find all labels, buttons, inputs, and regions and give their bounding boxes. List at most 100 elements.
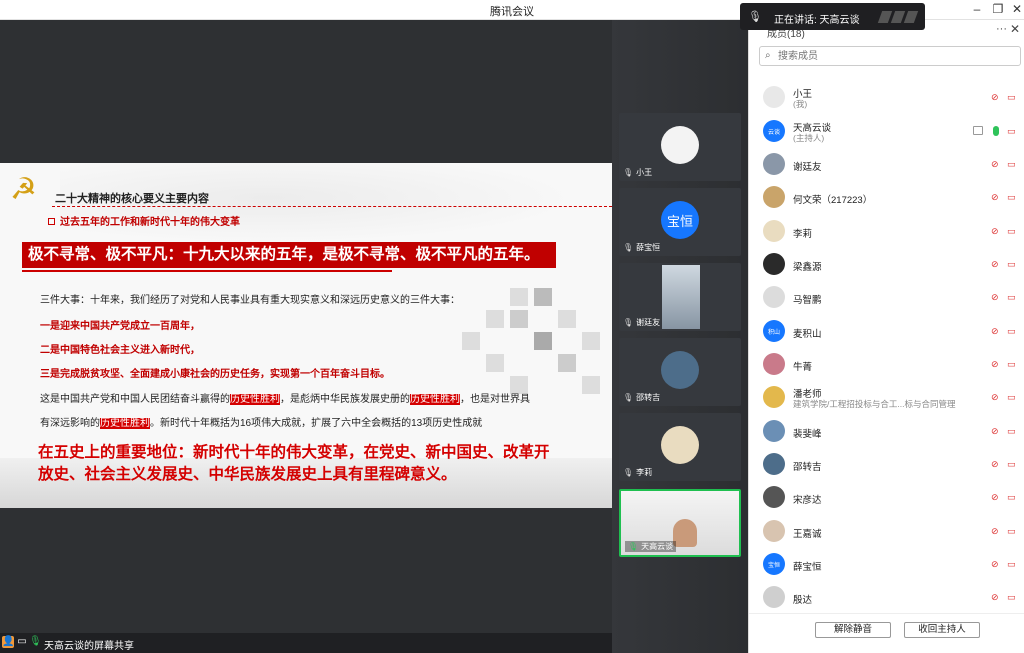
member-row[interactable]: 宝恒 薛宝恒 ⊘ ▭ bbox=[749, 550, 1024, 580]
mic-muted-icon[interactable]: ⊘ bbox=[991, 326, 1001, 337]
video-tile[interactable]: 🎙 谢廷友 bbox=[619, 263, 741, 331]
mic-muted-icon[interactable]: ⊘ bbox=[991, 226, 1001, 237]
video-tile[interactable]: 宝恒 🎙 薛宝恒 bbox=[619, 188, 741, 256]
avatar bbox=[763, 386, 785, 408]
camera-off-icon[interactable]: ▭ bbox=[1007, 359, 1019, 369]
camera-off-icon[interactable]: ▭ bbox=[1007, 192, 1019, 202]
mic-muted-icon[interactable]: ⊘ bbox=[991, 192, 1001, 203]
member-name: 麦积山 bbox=[793, 329, 822, 340]
avatar bbox=[763, 486, 785, 508]
camera-off-icon[interactable]: ▭ bbox=[1007, 259, 1019, 269]
mic-muted-icon: 🎙 bbox=[623, 168, 634, 177]
member-row[interactable]: 谢廷友 ⊘ ▭ bbox=[749, 150, 1024, 180]
members-footer: 解除静音 收回主持人 bbox=[749, 613, 1024, 653]
member-row[interactable]: 邵转吉 ⊘ ▭ bbox=[749, 450, 1024, 480]
slide-intro: 三件大事：十年来，我们经历了对党和人民事业具有重大现实意义和深远历史意义的三件大… bbox=[40, 295, 460, 306]
reclaim-host-button[interactable]: 收回主持人 bbox=[904, 622, 980, 638]
member-row[interactable]: 云谈 天高云谈 (主持人) ▭ bbox=[749, 117, 1024, 147]
speaking-wave-icon bbox=[890, 11, 906, 23]
mic-muted-icon: 🎙 bbox=[748, 11, 762, 23]
video-tile[interactable]: 🎙 小王 bbox=[619, 113, 741, 181]
speaking-wave-icon bbox=[903, 11, 919, 23]
member-name: 谢廷友 bbox=[793, 162, 822, 173]
member-search[interactable]: ⌕ bbox=[759, 46, 1021, 66]
avatar bbox=[763, 86, 785, 108]
restore-icon[interactable]: ❐ bbox=[989, 2, 1007, 16]
member-row[interactable]: 宋彦达 ⊘ ▭ bbox=[749, 483, 1024, 513]
avatar bbox=[763, 186, 785, 208]
video-tile[interactable]: 🎙 邵转吉 bbox=[619, 338, 741, 406]
unmute-all-button[interactable]: 解除静音 bbox=[815, 622, 891, 638]
member-name: 马智鹏 bbox=[793, 295, 822, 306]
member-name: 梁鑫源 bbox=[793, 262, 822, 273]
camera-off-icon[interactable]: ▭ bbox=[1007, 92, 1019, 102]
mic-muted-icon[interactable]: ⊘ bbox=[991, 526, 1001, 537]
member-row[interactable]: 小王 (我) ⊘ ▭ bbox=[749, 83, 1024, 113]
member-row[interactable]: 马智鹏 ⊘ ▭ bbox=[749, 283, 1024, 313]
tile-name: 🎙 邵转吉 bbox=[623, 392, 660, 403]
camera-off-icon[interactable]: ▭ bbox=[1007, 559, 1019, 569]
member-row[interactable]: 梁鑫源 ⊘ ▭ bbox=[749, 250, 1024, 280]
mic-muted-icon[interactable]: ⊘ bbox=[991, 92, 1001, 103]
camera-off-icon[interactable]: ▭ bbox=[1007, 426, 1019, 436]
highlight-text: 历史性胜利 bbox=[410, 394, 460, 405]
line4-text-c: ，也是对世界具 bbox=[460, 394, 530, 405]
member-row[interactable]: 何文荣（217223） ⊘ ▭ bbox=[749, 183, 1024, 213]
members-panel: 成员(18) ··· ✕ ⌕ 小王(我)⊘▭云谈天高云谈(主持人)▭谢廷友⊘▭何… bbox=[748, 20, 1024, 653]
camera-off-icon[interactable]: ▭ bbox=[1007, 459, 1019, 469]
member-row[interactable]: 殷达 ⊘ ▭ bbox=[749, 583, 1024, 613]
avatar: 宝恒 bbox=[763, 553, 785, 575]
mic-muted-icon: 🎙 bbox=[623, 318, 634, 327]
member-subtitle: 建筑学院/工程招投标与合工...标与合同管理 bbox=[793, 399, 956, 409]
member-name: 牛菁 bbox=[793, 362, 813, 373]
avatar bbox=[763, 420, 785, 442]
camera-off-icon[interactable]: ▭ bbox=[1007, 526, 1019, 536]
camera-off-icon[interactable]: ▭ bbox=[1007, 292, 1019, 302]
member-row[interactable]: 王嘉诚 ⊘ ▭ bbox=[749, 517, 1024, 547]
mic-muted-icon[interactable]: ⊘ bbox=[991, 292, 1001, 303]
mic-muted-icon[interactable]: ⊘ bbox=[991, 259, 1001, 270]
highlight-text: 历史性胜利 bbox=[230, 394, 280, 405]
slide-heading: 二十大精神的核心要义主要内容 bbox=[55, 193, 209, 205]
mic-muted-icon[interactable]: ⊘ bbox=[991, 426, 1001, 437]
search-input[interactable] bbox=[778, 49, 1008, 63]
camera-off-icon[interactable]: ▭ bbox=[1007, 592, 1019, 602]
mic-muted-icon[interactable]: ⊘ bbox=[991, 492, 1001, 503]
camera-off-icon[interactable]: ▭ bbox=[1007, 159, 1019, 169]
video-tile-active[interactable]: 🎙 天高云谈 bbox=[619, 489, 741, 557]
heading-divider bbox=[52, 206, 612, 207]
member-row[interactable]: 积山 麦积山 ⊘ ▭ bbox=[749, 317, 1024, 347]
mic-icon: 🎙 bbox=[628, 542, 639, 551]
member-row[interactable]: 李莉 ⊘ ▭ bbox=[749, 217, 1024, 247]
camera-off-icon[interactable]: ▭ bbox=[1007, 126, 1019, 136]
camera-off-icon[interactable]: ▭ bbox=[1007, 326, 1019, 336]
tile-name-text: 李莉 bbox=[636, 468, 653, 477]
tile-name-text: 天高云谈 bbox=[641, 542, 674, 551]
more-icon[interactable]: ··· bbox=[996, 23, 1007, 35]
camera-off-icon[interactable]: ▭ bbox=[1007, 492, 1019, 502]
camera-off-icon[interactable]: ▭ bbox=[1007, 392, 1019, 402]
close-icon[interactable]: ✕ bbox=[1008, 2, 1024, 16]
mic-on-icon[interactable] bbox=[993, 126, 999, 136]
member-row[interactable]: 潘老师 建筑学院/工程招投标与合工...标与合同管理 ⊘ ▭ bbox=[749, 383, 1024, 413]
mic-muted-icon[interactable]: ⊘ bbox=[991, 159, 1001, 170]
member-row[interactable]: 牛菁 ⊘ ▭ bbox=[749, 350, 1024, 380]
mic-muted-icon[interactable]: ⊘ bbox=[991, 559, 1001, 570]
video-tile[interactable]: 🎙 李莉 bbox=[619, 413, 741, 481]
tile-name: 🎙 小王 bbox=[623, 167, 652, 178]
avatar bbox=[763, 153, 785, 175]
screen-share-icon: ▭ bbox=[17, 636, 27, 647]
search-icon: ⌕ bbox=[765, 50, 771, 61]
mic-muted-icon[interactable]: ⊘ bbox=[991, 392, 1001, 403]
mic-muted-icon[interactable]: ⊘ bbox=[991, 359, 1001, 370]
line5-text-b: 。新时代十年概括为16项伟大成就，扩展了六中全会概括的13项历史性成就 bbox=[150, 418, 483, 429]
mic-muted-icon[interactable]: ⊘ bbox=[991, 592, 1001, 603]
close-panel-icon[interactable]: ✕ bbox=[1010, 22, 1020, 36]
slide-banner: 极不寻常、极不平凡：十九大以来的五年，是极不寻常、极不平凡的五年。 bbox=[22, 242, 556, 268]
member-row[interactable]: 裴斐峰 ⊘ ▭ bbox=[749, 417, 1024, 447]
mic-muted-icon[interactable]: ⊘ bbox=[991, 459, 1001, 470]
camera-off-icon[interactable]: ▭ bbox=[1007, 226, 1019, 236]
slide-line-4: 这是中国共产党和中国人民团结奋斗赢得的历史性胜利，是彪炳中华民族发展史册的历史性… bbox=[40, 390, 530, 405]
minimize-icon[interactable]: – bbox=[968, 2, 986, 16]
tile-name: 🎙 薛宝恒 bbox=[623, 242, 660, 253]
